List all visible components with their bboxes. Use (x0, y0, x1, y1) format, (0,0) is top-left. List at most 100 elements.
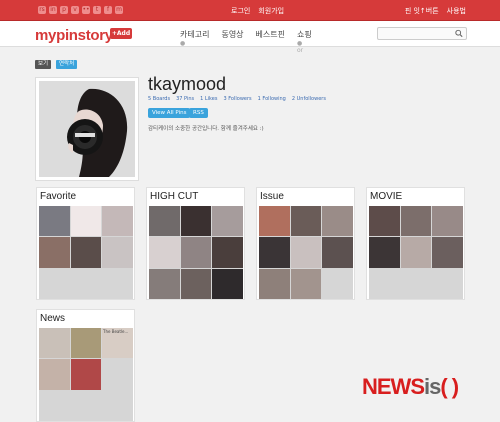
board-thumbnail[interactable] (102, 206, 133, 237)
nav-dot-icon: ● (180, 40, 186, 47)
board-thumbnail[interactable] (39, 206, 70, 237)
board-thumbnail[interactable] (322, 237, 353, 268)
linkedin-icon[interactable]: in (49, 6, 57, 14)
board-thumbnail[interactable] (212, 206, 243, 237)
board-thumbnail[interactable] (369, 268, 400, 299)
main-nav: 카테고리 ● 동영상 베스트핀 쇼핑 ● or (180, 29, 312, 54)
board-thumbnail[interactable] (290, 206, 322, 237)
board-thumbnail[interactable] (102, 237, 133, 268)
board-thumbnail[interactable] (400, 206, 432, 237)
stat-pins[interactable]: 37 Pins (176, 96, 194, 102)
vimeo-icon[interactable]: v (71, 6, 79, 14)
board-title: Issue (260, 191, 284, 202)
board-thumbnail[interactable] (39, 359, 70, 390)
board-thumbnails (259, 206, 353, 299)
nav-shopping[interactable]: 쇼핑 ● or (297, 29, 312, 54)
board-thumbnail[interactable] (259, 237, 290, 268)
board-thumbnail[interactable] (180, 268, 212, 299)
nav-dot-icon: ● (297, 40, 303, 47)
board-thumbnail[interactable] (290, 237, 322, 268)
board-title: News (40, 313, 66, 324)
more-icon[interactable]: m (115, 6, 123, 14)
view-all-pins-button[interactable]: View All Pins (148, 108, 191, 118)
board-thumbnails (39, 328, 133, 421)
board-thumbnail[interactable] (259, 268, 290, 299)
stat-boards[interactable]: 5 Boards (148, 96, 170, 102)
board-thumbnail[interactable] (180, 237, 212, 268)
howto-link[interactable]: 사용법 (447, 6, 466, 16)
stat-followers[interactable]: 3 Followers (223, 96, 251, 102)
board-thumbnail[interactable] (39, 237, 70, 268)
board-thumbnail[interactable] (180, 206, 212, 237)
add-button[interactable]: +Add (110, 28, 132, 39)
board-card[interactable]: HIGH CUT (146, 187, 245, 300)
board-thumbnail[interactable] (432, 206, 463, 237)
search-input[interactable] (377, 27, 467, 40)
board-thumbnail[interactable] (70, 390, 102, 421)
nav-video[interactable]: 동영상 (221, 29, 243, 54)
avatar-photo (39, 81, 135, 177)
site-logo[interactable]: mypinstory (35, 27, 113, 44)
facebook-icon[interactable]: f (104, 6, 112, 14)
rss-button[interactable]: RSS (189, 108, 208, 118)
pinterest-icon[interactable]: p (60, 6, 68, 14)
nav-or-label: or (297, 47, 304, 54)
board-thumbnail[interactable] (39, 390, 70, 421)
board-card[interactable]: News The Beatle... (36, 309, 135, 422)
board-thumbnails (369, 206, 463, 299)
tumblr-icon[interactable]: t (93, 6, 101, 14)
board-thumbnail[interactable] (290, 268, 322, 299)
contact-tag[interactable]: 연락처 (56, 60, 78, 69)
board-thumbnail[interactable] (212, 268, 243, 299)
board-thumbnail[interactable] (432, 268, 463, 299)
watermark-is: is (424, 374, 441, 399)
board-thumbnail[interactable] (149, 268, 180, 299)
nav-category[interactable]: 카테고리 ● (180, 29, 209, 54)
news-thumb-caption: The Beatle... (103, 329, 129, 334)
pin-it-button-link[interactable]: 핀 잇↑버튼 (405, 6, 439, 16)
stat-following[interactable]: 1 Following (258, 96, 286, 102)
board-thumbnail[interactable] (102, 268, 133, 299)
newsis-watermark: NEWSis( ) (362, 374, 459, 400)
search-icon[interactable] (455, 29, 463, 38)
board-thumbnail[interactable] (322, 268, 353, 299)
nav-best[interactable]: 베스트핀 (256, 29, 285, 54)
board-thumbnail[interactable] (212, 237, 243, 268)
board-thumbnail[interactable] (432, 237, 463, 268)
board-card[interactable]: MOVIE (366, 187, 465, 300)
board-thumbnail[interactable] (400, 268, 432, 299)
board-title: Favorite (40, 191, 77, 202)
board-thumbnail[interactable] (102, 359, 133, 390)
board-thumbnail[interactable] (70, 359, 102, 390)
flickr-icon[interactable]: •• (82, 6, 90, 14)
watermark-news: NEWS (362, 374, 425, 399)
login-link[interactable]: 로그인 (231, 6, 250, 16)
site-header: mypinstory +Add 카테고리 ● 동영상 베스트핀 쇼핑 ● or (0, 21, 500, 54)
avatar (39, 81, 135, 177)
board-card[interactable]: Issue (256, 187, 355, 300)
social-links: rs in p v •• t f m (38, 6, 123, 14)
board-thumbnail[interactable] (70, 206, 102, 237)
board-thumbnail[interactable] (70, 268, 102, 299)
board-thumbnail[interactable] (102, 390, 133, 421)
board-thumbnail[interactable] (369, 237, 400, 268)
board-thumbnail[interactable] (149, 237, 180, 268)
board-thumbnail[interactable] (70, 328, 102, 359)
board-thumbnail[interactable] (322, 206, 353, 237)
board-title: MOVIE (370, 191, 403, 202)
board-thumbnail[interactable] (70, 237, 102, 268)
signup-link[interactable]: 회원가입 (258, 6, 284, 16)
board-thumbnail[interactable] (149, 206, 180, 237)
board-thumbnail[interactable] (369, 206, 400, 237)
board-thumbnail[interactable] (400, 237, 432, 268)
nav-category-label: 카테고리 (180, 30, 210, 39)
board-card[interactable]: Favorite (36, 187, 135, 300)
board-thumbnail[interactable] (39, 268, 70, 299)
rss-icon[interactable]: rs (38, 6, 46, 14)
top-right-links: 핀 잇↑버튼 사용법 (405, 6, 466, 16)
board-thumbnail[interactable] (39, 328, 70, 359)
stat-unfollowers[interactable]: 2 Unfollowers (292, 96, 326, 102)
view-tag[interactable]: 보기 (35, 60, 52, 69)
stat-likes[interactable]: 1 Likes (200, 96, 217, 102)
board-thumbnail[interactable] (259, 206, 290, 237)
